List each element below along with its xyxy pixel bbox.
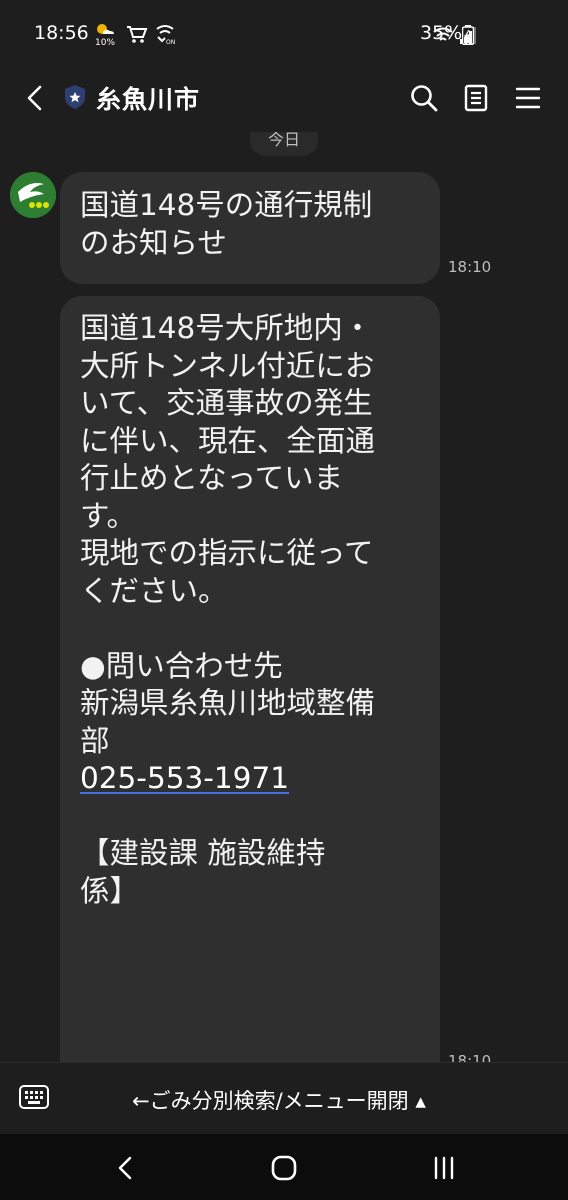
- cart-icon: [126, 24, 148, 44]
- message-time: 18:10: [448, 1052, 492, 1062]
- message-line: いて、交通事故の発生: [80, 386, 373, 420]
- search-button[interactable]: [408, 82, 440, 114]
- svg-text:10%: 10%: [95, 38, 115, 46]
- official-badge-icon: [64, 84, 86, 110]
- date-separator: 今日: [250, 132, 318, 156]
- nav-recents-button[interactable]: [430, 1154, 458, 1182]
- system-nav-bar: [0, 1134, 568, 1200]
- message-line: 新潟県糸魚川地域整備: [80, 686, 376, 720]
- chat-header: 糸魚川市: [0, 64, 568, 132]
- chat-title: 糸魚川市: [96, 85, 201, 114]
- nav-home-button[interactable]: [270, 1154, 298, 1182]
- message-line: す。: [80, 498, 137, 533]
- keyboard-icon: [19, 1085, 49, 1109]
- keyboard-button[interactable]: [18, 1083, 50, 1111]
- message-line: のお知らせ: [80, 225, 227, 260]
- nav-back-icon: [118, 1156, 132, 1180]
- message-line: に伴い、現在、全面通: [80, 423, 376, 458]
- search-icon: [411, 85, 438, 112]
- message-line: 行止めとなっていま: [80, 461, 344, 495]
- message-line: 国道148号の通行規制: [80, 188, 373, 222]
- phone-number-link[interactable]: 025-553-1971: [80, 761, 289, 795]
- svg-text:ON: ON: [166, 39, 175, 45]
- nav-recents-icon: [434, 1156, 454, 1180]
- back-icon: [27, 85, 42, 111]
- message-bubble[interactable]: 国道148号大所地内・ 大所トンネル付近にお いて、交通事故の発生 に伴い、現在…: [60, 296, 440, 1062]
- rich-menu-bar: ←ごみ分別検索/メニュー開閉 ▴: [0, 1062, 568, 1135]
- nav-home-icon: [271, 1155, 297, 1181]
- message-line: 部: [80, 723, 110, 758]
- menu-toggle-button[interactable]: ←ごみ分別検索/メニュー開閉 ▴: [132, 1085, 426, 1115]
- city-logo-icon: [10, 172, 56, 218]
- weather-10-percent-icon: 10%: [94, 22, 120, 46]
- avatar[interactable]: [10, 172, 56, 218]
- message-bubble[interactable]: 国道148号の通行規制 のお知らせ: [60, 172, 440, 284]
- message-time: 18:10: [448, 258, 492, 276]
- notification-icons: 10% ON: [94, 22, 176, 46]
- status-bar: 18:56 10% ON 35%: [0, 0, 568, 64]
- nav-back-button[interactable]: [112, 1154, 140, 1182]
- chat-area[interactable]: 今日 国道148号の通行規制 のお知らせ 18:10 国道148号大所地内・ 大…: [0, 132, 568, 1062]
- message-line: 係】: [80, 873, 140, 908]
- menu-icon: [515, 87, 541, 109]
- battery-icon: [461, 25, 475, 49]
- message-line: 【建設課 施設維持: [80, 836, 326, 870]
- menu-button[interactable]: [512, 82, 544, 114]
- status-time: 18:56: [34, 22, 89, 44]
- battery-percent: 35%: [420, 22, 463, 44]
- notes-button[interactable]: [460, 82, 492, 114]
- wifi-call-icon: ON: [154, 23, 176, 45]
- message-line: ●問い合わせ先: [80, 648, 283, 683]
- message-line: 国道148号大所地内・: [80, 311, 373, 345]
- notes-icon: [464, 84, 488, 112]
- message-line: 大所トンネル付近にお: [80, 348, 375, 383]
- message-line: 現地での指示に従って: [80, 536, 374, 570]
- message-line: ください。: [80, 573, 228, 608]
- back-button[interactable]: [20, 82, 52, 114]
